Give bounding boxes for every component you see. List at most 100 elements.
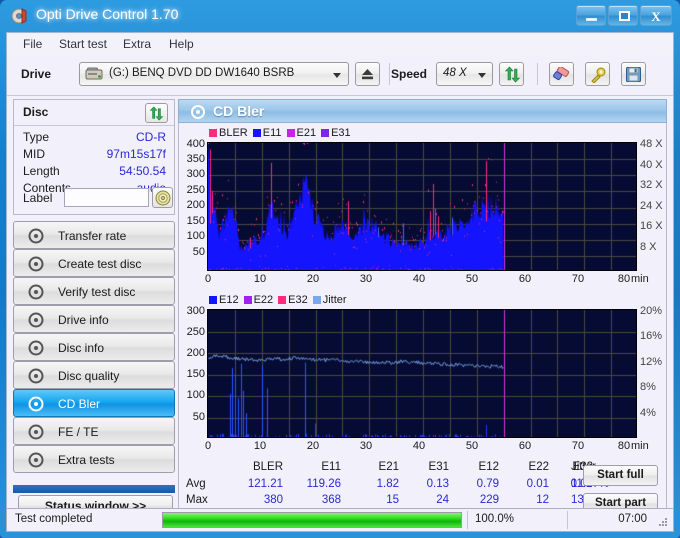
disc-icon bbox=[190, 104, 206, 120]
bot-xtick: 0 bbox=[204, 440, 212, 452]
tools-button[interactable] bbox=[585, 62, 610, 86]
top-chart-legend: BLER E11 E21 E31 bbox=[209, 127, 356, 139]
disc-row-type: Type CD-R bbox=[14, 130, 174, 146]
disc-label-input[interactable] bbox=[64, 188, 149, 207]
legend-label: E12 bbox=[219, 294, 239, 306]
sidebar-item-label: CD Bler bbox=[58, 397, 101, 411]
sidebar-item-cd-bler[interactable]: CD Bler bbox=[13, 389, 175, 417]
sidebar-item-transfer-rate[interactable]: Transfer rate bbox=[13, 221, 175, 249]
tools-icon bbox=[591, 67, 606, 83]
bot-ytick: 50 bbox=[192, 411, 205, 423]
top-y2tick: 40 X bbox=[640, 159, 663, 171]
sidebar-item-extra-tests[interactable]: Extra tests bbox=[13, 445, 175, 473]
start-full-button[interactable]: Start full bbox=[583, 465, 658, 486]
legend-swatch bbox=[312, 296, 321, 304]
legend-swatch bbox=[209, 296, 217, 304]
drive-select[interactable]: (G:) BENQ DVD DD DW1640 BSRB bbox=[79, 62, 349, 86]
sidebar-item-label: Create test disc bbox=[58, 257, 142, 271]
toolbar: Drive (G:) BENQ DVD DD DW1640 BSRB Speed… bbox=[7, 55, 673, 96]
sidebar-item-label: Verify test disc bbox=[58, 285, 136, 299]
sidebar-item-drive-info[interactable]: Drive info bbox=[13, 305, 175, 333]
legend-label: E21 bbox=[296, 127, 317, 139]
minimize-icon bbox=[586, 18, 597, 21]
bot-ytick: 200 bbox=[186, 347, 205, 359]
legend-label: E22 bbox=[253, 294, 274, 306]
disc-row-key: Type bbox=[23, 130, 50, 144]
toolbar-separator bbox=[389, 63, 390, 85]
disc-row-key: Length bbox=[23, 164, 60, 178]
menu-extra[interactable]: Extra bbox=[119, 36, 155, 52]
bot-xtick: 20 bbox=[306, 440, 320, 452]
menu-help[interactable]: Help bbox=[165, 36, 198, 52]
stats-cell: 368 bbox=[321, 494, 341, 506]
top-xtick: 10 bbox=[253, 273, 267, 285]
refresh-arrows-icon bbox=[149, 106, 164, 121]
stats-cell: 380 bbox=[263, 494, 283, 506]
speed-select[interactable]: 48 X bbox=[436, 62, 493, 86]
legend-label: E32 bbox=[288, 294, 308, 306]
bot-xtick: 60 bbox=[518, 440, 532, 452]
bot-y2tick: 20% bbox=[640, 305, 663, 317]
legend-label: BLER bbox=[219, 127, 248, 139]
menu-file[interactable]: File bbox=[19, 36, 46, 52]
sidebar-item-create-test-disc[interactable]: Create test disc bbox=[13, 249, 175, 277]
sidebar-item-label: Extra tests bbox=[58, 453, 115, 467]
window-title: Opti Drive Control 1.70 bbox=[36, 6, 179, 22]
disc-row-length: Length 54:50.54 bbox=[14, 164, 174, 180]
eraser-icon bbox=[553, 67, 570, 81]
disc-icon bbox=[28, 396, 45, 412]
sidebar-item-verify-test-disc[interactable]: Verify test disc bbox=[13, 277, 175, 305]
disc-icon bbox=[28, 340, 45, 356]
disc-icon bbox=[28, 228, 45, 244]
stats-cell: 121.21 bbox=[247, 478, 283, 490]
save-disk-icon bbox=[626, 67, 641, 82]
disc-label-button[interactable] bbox=[152, 187, 173, 208]
sidebar-item-label: Drive info bbox=[58, 313, 109, 327]
chevron-down-icon bbox=[478, 73, 486, 78]
progress-bar bbox=[162, 512, 462, 528]
maximize-button[interactable] bbox=[608, 5, 638, 26]
legend-label: Jitter bbox=[322, 294, 347, 306]
bot-y2tick: 8% bbox=[640, 381, 656, 393]
legend-item-e11: E11 bbox=[252, 127, 282, 139]
bot-ytick: 250 bbox=[186, 326, 205, 338]
status-bar: Test completed 100.0% 07:00 bbox=[6, 508, 674, 532]
sidebar-item-disc-quality[interactable]: Disc quality bbox=[13, 361, 175, 389]
erase-button[interactable] bbox=[549, 62, 574, 86]
disc-refresh-button[interactable] bbox=[145, 103, 168, 123]
refresh-arrows-icon bbox=[504, 66, 521, 83]
top-y2tick: 24 X bbox=[640, 200, 663, 212]
bot-xaxis-unit: min bbox=[631, 440, 649, 452]
top-y2tick: 8 X bbox=[640, 241, 657, 253]
legend-item-e32: E32 bbox=[278, 294, 308, 306]
bot-y2tick: 4% bbox=[640, 407, 656, 419]
stats-col-bler: BLER bbox=[252, 461, 283, 473]
resize-grip[interactable] bbox=[657, 516, 669, 528]
disc-icon bbox=[28, 424, 45, 440]
client-area: File Start test Extra Help Drive (G:) BE… bbox=[6, 32, 674, 529]
sidebar-item-disc-info[interactable]: Disc info bbox=[13, 333, 175, 361]
eject-button[interactable] bbox=[355, 62, 380, 86]
progress-fill bbox=[163, 513, 461, 527]
toolbar-separator bbox=[537, 63, 538, 85]
legend-swatch bbox=[321, 129, 330, 137]
refresh-button[interactable] bbox=[499, 62, 524, 86]
status-message: Test completed bbox=[15, 513, 93, 525]
bot-xtick: 50 bbox=[465, 440, 479, 452]
bot-xtick: 40 bbox=[412, 440, 426, 452]
top-xtick: 70 bbox=[571, 273, 585, 285]
save-button[interactable] bbox=[621, 62, 646, 86]
top-xtick: 30 bbox=[359, 273, 373, 285]
menu-start-test[interactable]: Start test bbox=[55, 36, 111, 52]
close-button[interactable]: X bbox=[640, 5, 672, 26]
legend-swatch bbox=[252, 129, 261, 137]
bot-ytick: 150 bbox=[186, 368, 205, 380]
sidebar-item-label: FE / TE bbox=[58, 425, 99, 439]
stats-col-e11: E11 bbox=[321, 461, 341, 473]
top-ytick: 100 bbox=[186, 230, 205, 242]
bot-xtick: 70 bbox=[571, 440, 585, 452]
minimize-button[interactable] bbox=[576, 5, 606, 26]
sidebar-item-fe-te[interactable]: FE / TE bbox=[13, 417, 175, 445]
legend-item-e31: E31 bbox=[321, 127, 351, 139]
menu-bar: File Start test Extra Help bbox=[7, 33, 673, 56]
